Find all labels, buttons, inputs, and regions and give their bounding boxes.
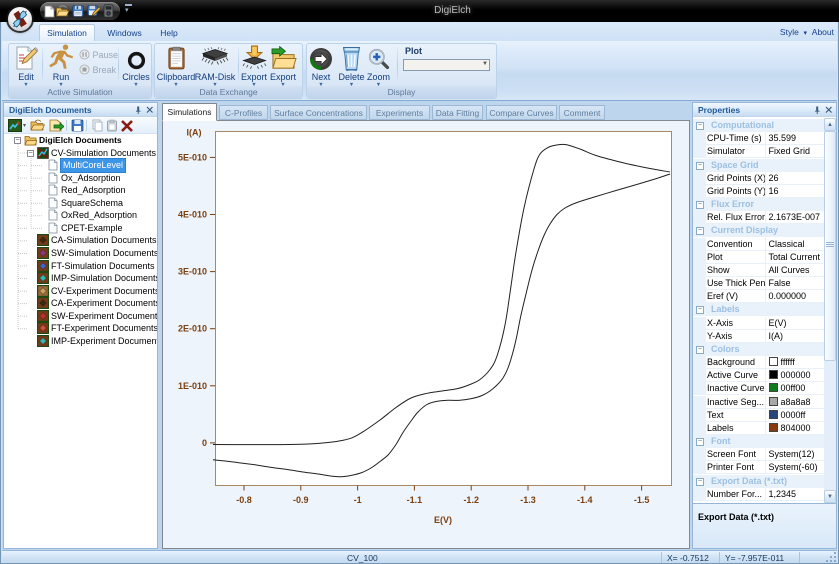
svg-text:2E-010: 2E-010 <box>178 324 207 334</box>
svg-text:0: 0 <box>202 438 207 448</box>
svg-text:-1.4: -1.4 <box>577 495 593 505</box>
svg-text:-1.1: -1.1 <box>407 495 423 505</box>
svg-text:-0.8: -0.8 <box>236 495 252 505</box>
svg-text:-0.9: -0.9 <box>293 495 309 505</box>
svg-text:-1.5: -1.5 <box>634 495 650 505</box>
svg-text:-1.3: -1.3 <box>520 495 536 505</box>
svg-text:5E-010: 5E-010 <box>178 152 207 162</box>
svg-text:4E-010: 4E-010 <box>178 210 207 220</box>
svg-text:-1: -1 <box>354 495 362 505</box>
svg-text:I(A): I(A) <box>187 128 202 138</box>
svg-text:E(V): E(V) <box>434 515 452 525</box>
svg-text:3E-010: 3E-010 <box>178 267 207 277</box>
svg-text:-1.2: -1.2 <box>463 495 479 505</box>
svg-text:1E-010: 1E-010 <box>178 381 207 391</box>
